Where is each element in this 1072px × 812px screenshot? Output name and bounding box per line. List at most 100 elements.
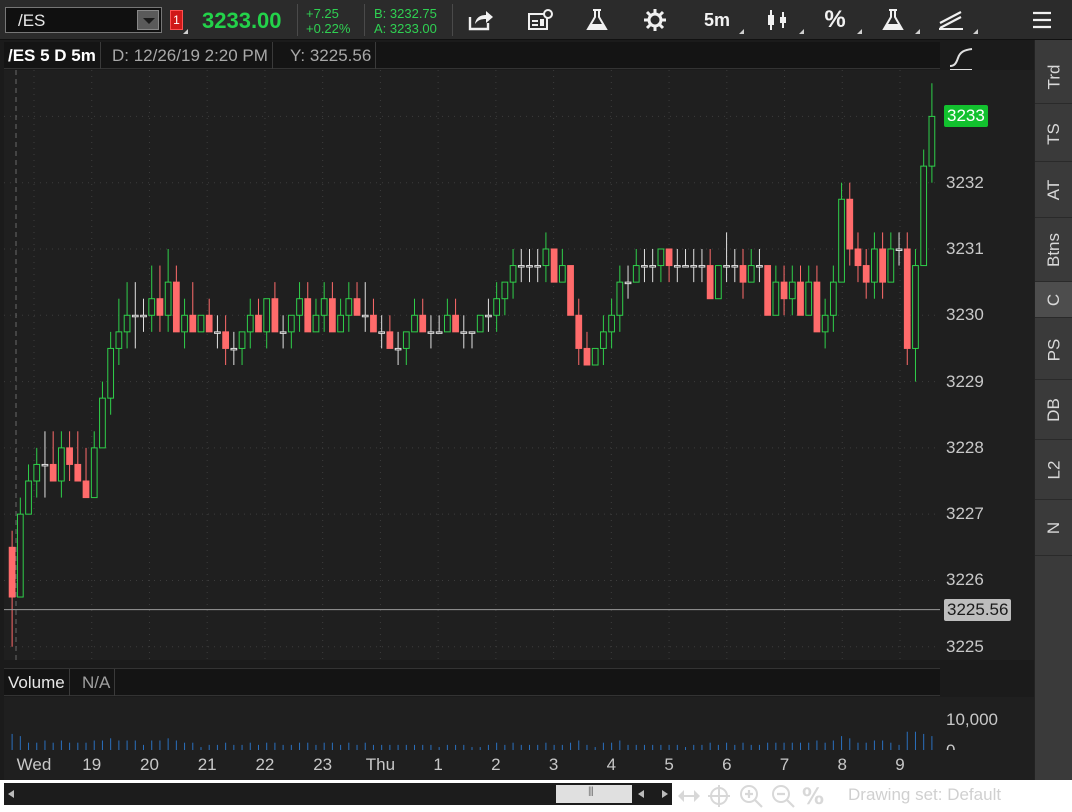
tab-c[interactable]: C (1035, 282, 1072, 318)
candle-body (731, 265, 739, 268)
volume-chart-svg[interactable] (4, 697, 940, 750)
time-tick: 22 (255, 755, 275, 774)
candle-body (16, 513, 24, 598)
volume-bar (266, 742, 268, 750)
candle-body (33, 463, 41, 482)
candle-body (550, 248, 558, 283)
symbol-dropdown-button[interactable] (137, 10, 159, 30)
time-tick: Wed (16, 755, 52, 774)
crosshair-price-tag: 3225.56 (944, 598, 1012, 621)
net-change-value: +7.25 (306, 6, 339, 21)
tab-db[interactable]: DB (1035, 380, 1072, 440)
volume-header: Volume N/A (4, 668, 940, 696)
zoom-percent-button[interactable]: % (800, 784, 826, 810)
price-chart[interactable] (4, 70, 940, 660)
tab-label: L2 (1043, 460, 1063, 479)
candle-body (123, 314, 131, 333)
aggregation-menu-corner-icon (739, 29, 744, 34)
time-tick: 19 (82, 755, 102, 774)
candle-body (8, 546, 16, 598)
candle-body (567, 265, 574, 316)
price-tick: 3228 (946, 437, 984, 457)
price-axis[interactable]: 3225322632273228322932303231323232333233… (940, 70, 1034, 660)
volume-bar (184, 742, 186, 750)
chart-header: /ES 5 D 5m D: 12/26/19 2:20 PM Y: 3225.5… (4, 42, 940, 69)
tab-at[interactable]: AT (1035, 162, 1072, 218)
price-tick: 3226 (946, 570, 984, 590)
candle-body (452, 314, 459, 333)
zoom-in-button[interactable] (738, 784, 764, 808)
chart-title[interactable]: /ES 5 D 5m (4, 42, 101, 69)
candle-body (107, 347, 115, 399)
expand-time-button[interactable] (676, 784, 702, 808)
tab-btns[interactable]: Btns (1035, 218, 1072, 282)
candle-body (181, 314, 188, 333)
candle-body (386, 331, 394, 349)
volume-bar (85, 742, 87, 750)
volume-bar (841, 736, 843, 750)
tab-l2[interactable]: L2 (1035, 440, 1072, 500)
candle-body (887, 248, 895, 283)
volume-bar (570, 742, 572, 750)
price-chart-svg[interactable] (4, 70, 940, 660)
candle-body (616, 281, 624, 316)
time-scrollbar[interactable] (4, 783, 672, 805)
lab-button[interactable] (571, 4, 623, 36)
tab-ps[interactable]: PS (1035, 320, 1072, 380)
studies-button[interactable] (514, 4, 566, 36)
pan-button[interactable] (706, 784, 732, 808)
zoom-out-button[interactable] (770, 784, 796, 808)
candle-body (345, 298, 353, 316)
time-tick: 21 (197, 755, 217, 774)
candle-body (682, 265, 689, 268)
candle-body (723, 265, 730, 268)
share-button[interactable] (455, 4, 507, 36)
scroll-thumb[interactable] (556, 785, 632, 803)
tab-ts[interactable]: TS (1035, 106, 1072, 162)
candle-body (698, 265, 706, 268)
candle-body (402, 331, 410, 349)
tab-label: N (1044, 521, 1063, 534)
volume-bar (274, 742, 276, 750)
candle-body (222, 331, 230, 349)
candle-body (197, 314, 205, 333)
chart-style-button[interactable] (751, 4, 803, 36)
tab-trd[interactable]: Trd (1035, 50, 1072, 104)
volume-title[interactable]: Volume (4, 669, 70, 696)
tab-label: PS (1044, 338, 1063, 361)
candle-body (862, 265, 870, 283)
volume-bar (225, 742, 227, 750)
drawing-set-label[interactable]: Drawing set: Default (848, 785, 1001, 805)
settings-button[interactable] (629, 4, 681, 36)
drawings-menu-corner-icon (973, 29, 978, 34)
chart-toolbar: /ES 1 3233.00 +7.25 +0.22% B: 3232.75 A:… (0, 0, 1072, 40)
volume-bar (331, 742, 333, 750)
candle-body (846, 198, 854, 250)
candle-body (287, 314, 295, 333)
tab-n[interactable]: N (1035, 500, 1072, 556)
drawing-lab-button[interactable] (867, 4, 919, 36)
candle-body (296, 298, 303, 316)
scroll-left-arrow[interactable] (8, 790, 14, 798)
menu-button[interactable] (1016, 4, 1068, 36)
candle-body (148, 298, 156, 316)
time-axis[interactable]: Wed 19 20 21 22 23 Thu 1 2 3 4 5 6 7 8 9 (4, 750, 1034, 780)
volume-bar (857, 742, 859, 750)
cursor-date: D: 12/26/19 2:20 PM (108, 42, 273, 69)
volume-chart[interactable] (4, 697, 940, 750)
percent-button[interactable]: % (809, 4, 861, 36)
candle-body (361, 314, 369, 318)
candle-body (115, 331, 123, 349)
link-group-badge[interactable]: 1 (170, 10, 183, 30)
scroll-back-arrow[interactable] (638, 790, 644, 798)
scroll-forward-arrow[interactable] (662, 790, 668, 798)
candle-body (690, 265, 698, 268)
drawings-button[interactable] (925, 4, 977, 36)
aggregation-button[interactable]: 5m (691, 4, 743, 36)
symbol-selector[interactable]: /ES (5, 7, 162, 33)
price-style-button[interactable] (946, 44, 976, 72)
candle-body (320, 298, 328, 316)
zoom-out-icon (772, 785, 795, 808)
candle-body (665, 248, 673, 267)
candle-body (838, 198, 845, 283)
